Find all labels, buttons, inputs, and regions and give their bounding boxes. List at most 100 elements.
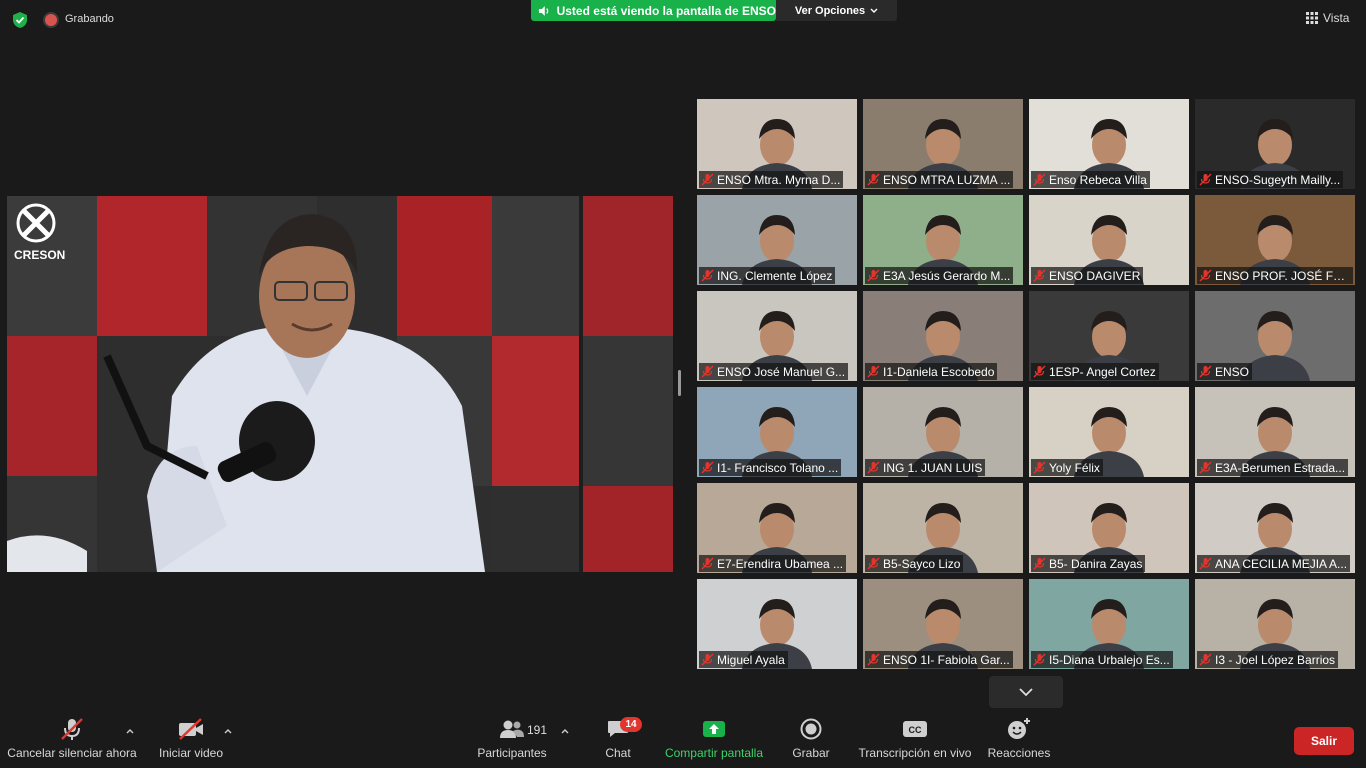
- share-screen-icon: [703, 721, 725, 737]
- share-screen-label: Compartir pantalla: [664, 746, 764, 760]
- muted-mic-icon: [701, 173, 714, 186]
- participant-tile[interactable]: E3A-Berumen Estrada...: [1195, 387, 1355, 477]
- muted-mic-icon: [867, 653, 880, 666]
- participants-button[interactable]: Participantes: [475, 712, 549, 768]
- participant-name-tag: ENSO José Manuel G...: [699, 363, 849, 380]
- participant-tile[interactable]: E3A Jesús Gerardo M...: [863, 195, 1023, 285]
- participant-tile[interactable]: ENSO Mtra. Myrna D...: [697, 99, 857, 189]
- participant-name: ENSO-Sugeyth Mailly...: [1215, 172, 1341, 187]
- chat-label: Chat: [605, 746, 631, 760]
- participant-name-tag: ANA CECILIA MEJIA A...: [1197, 555, 1351, 572]
- participant-tile[interactable]: ENSO DAGIVER: [1029, 195, 1189, 285]
- gallery-next-page-button[interactable]: [989, 676, 1063, 708]
- participant-name: ENSO José Manuel G...: [717, 364, 846, 379]
- leave-meeting-button[interactable]: Salir: [1294, 727, 1354, 755]
- participants-options-caret-icon[interactable]: [560, 726, 570, 736]
- start-video-button[interactable]: Iniciar video: [156, 712, 226, 768]
- muted-mic-icon: [867, 173, 880, 186]
- view-button[interactable]: Vista: [1306, 11, 1349, 25]
- muted-mic-icon: [1033, 173, 1046, 186]
- view-options-button[interactable]: Ver Opciones: [776, 0, 897, 21]
- participant-name-tag: I1-Daniela Escobedo: [865, 363, 998, 380]
- muted-mic-icon: [61, 718, 83, 740]
- participants-label: Participantes: [477, 746, 547, 760]
- audio-options-caret-icon[interactable]: [125, 726, 135, 736]
- participant-tile[interactable]: I3 - Joel López Barrios: [1195, 579, 1355, 669]
- participant-name: I1- Francisco Tolano ...: [717, 460, 839, 475]
- participant-tile[interactable]: ING. Clemente López: [697, 195, 857, 285]
- recording-dot-icon: [45, 14, 57, 26]
- reactions-button[interactable]: Reacciones: [986, 712, 1052, 768]
- participant-tile[interactable]: B5- Danira Zayas: [1029, 483, 1189, 573]
- participant-name: ENSO DAGIVER: [1049, 268, 1141, 283]
- participant-name: 1ESP- Angel Cortez: [1049, 364, 1156, 379]
- participant-tile[interactable]: ANA CECILIA MEJIA A...: [1195, 483, 1355, 573]
- participant-tile[interactable]: B5-Sayco Lizo: [863, 483, 1023, 573]
- muted-mic-icon: [1033, 653, 1046, 666]
- live-transcription-label: Transcripción en vivo: [858, 746, 972, 760]
- participant-name-tag: I3 - Joel López Barrios: [1197, 651, 1339, 668]
- participant-name-tag: I1- Francisco Tolano ...: [699, 459, 842, 476]
- participant-tile[interactable]: ENSO: [1195, 291, 1355, 381]
- muted-mic-icon: [1033, 365, 1046, 378]
- participant-name-tag: ENSO 1I- Fabiola Gar...: [865, 651, 1013, 668]
- participant-name-tag: ENSO MTRA LUZMA ...: [865, 171, 1014, 188]
- participant-name: ENSO: [1215, 364, 1250, 379]
- participant-name: ENSO PROF. JOSÉ FC...: [1215, 268, 1350, 283]
- unmute-button[interactable]: Cancelar silenciar ahora: [7, 712, 137, 768]
- zoom-meeting-window: Grabando Usted está viendo la pantalla d…: [0, 0, 1366, 768]
- chat-unread-badge: 14: [620, 717, 642, 732]
- participant-name: Miguel Ayala: [717, 652, 785, 667]
- muted-mic-icon: [1199, 653, 1212, 666]
- participants-count: 191: [527, 723, 548, 737]
- live-transcription-button[interactable]: CC Transcripción en vivo: [856, 712, 974, 768]
- muted-mic-icon: [867, 461, 880, 474]
- share-screen-button[interactable]: Compartir pantalla: [660, 712, 768, 768]
- recording-label: Grabando: [65, 13, 114, 25]
- participant-name-tag: ENSO PROF. JOSÉ FC...: [1197, 267, 1353, 284]
- screen-share-banner: Usted está viendo la pantalla de ENSO: [531, 0, 776, 21]
- participant-name: ENSO Mtra. Myrna D...: [717, 172, 841, 187]
- participant-name: I3 - Joel López Barrios: [1215, 652, 1336, 667]
- participant-tile[interactable]: I1-Daniela Escobedo: [863, 291, 1023, 381]
- participant-name: I5-Diana Urbalejo Es...: [1049, 652, 1170, 667]
- top-bar: Grabando Usted está viendo la pantalla d…: [0, 0, 1366, 40]
- participant-tile[interactable]: 1ESP- Angel Cortez: [1029, 291, 1189, 381]
- participant-name-tag: Enso Rebeca Villa: [1031, 171, 1150, 188]
- video-options-caret-icon[interactable]: [223, 726, 233, 736]
- participant-tile[interactable]: I5-Diana Urbalejo Es...: [1029, 579, 1189, 669]
- chevron-down-icon: [1019, 687, 1033, 696]
- shared-screen-video: CRESON: [7, 196, 673, 572]
- participant-tile[interactable]: E7-Erendira Ubamea ...: [697, 483, 857, 573]
- participant-name: Yoly Félix: [1049, 460, 1100, 475]
- muted-mic-icon: [867, 557, 880, 570]
- muted-mic-icon: [701, 269, 714, 282]
- participant-tile[interactable]: ENSO 1I- Fabiola Gar...: [863, 579, 1023, 669]
- participants-gallery: ENSO Mtra. Myrna D... ENSO MTRA LUZMA ...…: [697, 99, 1355, 669]
- participant-tile[interactable]: ENSO PROF. JOSÉ FC...: [1195, 195, 1355, 285]
- participant-tile[interactable]: ENSO-Sugeyth Mailly...: [1195, 99, 1355, 189]
- participant-tile[interactable]: I1- Francisco Tolano ...: [697, 387, 857, 477]
- record-button[interactable]: Grabar: [788, 712, 834, 768]
- record-label: Grabar: [792, 746, 830, 760]
- muted-mic-icon: [867, 365, 880, 378]
- view-label: Vista: [1323, 11, 1350, 25]
- muted-mic-icon: [1033, 557, 1046, 570]
- participant-tile[interactable]: Yoly Félix: [1029, 387, 1189, 477]
- participant-tile[interactable]: ENSO José Manuel G...: [697, 291, 857, 381]
- participant-tile[interactable]: ING 1. JUAN LUIS: [863, 387, 1023, 477]
- unmute-label: Cancelar silenciar ahora: [7, 746, 137, 760]
- participant-tile[interactable]: ENSO MTRA LUZMA ...: [863, 99, 1023, 189]
- split-drag-handle[interactable]: [678, 370, 681, 396]
- participant-name: ENSO 1I- Fabiola Gar...: [883, 652, 1010, 667]
- svg-text:CC: CC: [909, 725, 922, 735]
- participant-name-tag: ENSO DAGIVER: [1031, 267, 1144, 284]
- participant-tile[interactable]: Enso Rebeca Villa: [1029, 99, 1189, 189]
- participant-tile[interactable]: Miguel Ayala: [697, 579, 857, 669]
- security-shield-icon[interactable]: [11, 11, 29, 29]
- participant-name-tag: E7-Erendira Ubamea ...: [699, 555, 847, 572]
- participant-name-tag: ENSO-Sugeyth Mailly...: [1197, 171, 1344, 188]
- video-off-icon: [179, 718, 203, 740]
- muted-mic-icon: [701, 461, 714, 474]
- participant-name: B5-Sayco Lizo: [883, 556, 961, 571]
